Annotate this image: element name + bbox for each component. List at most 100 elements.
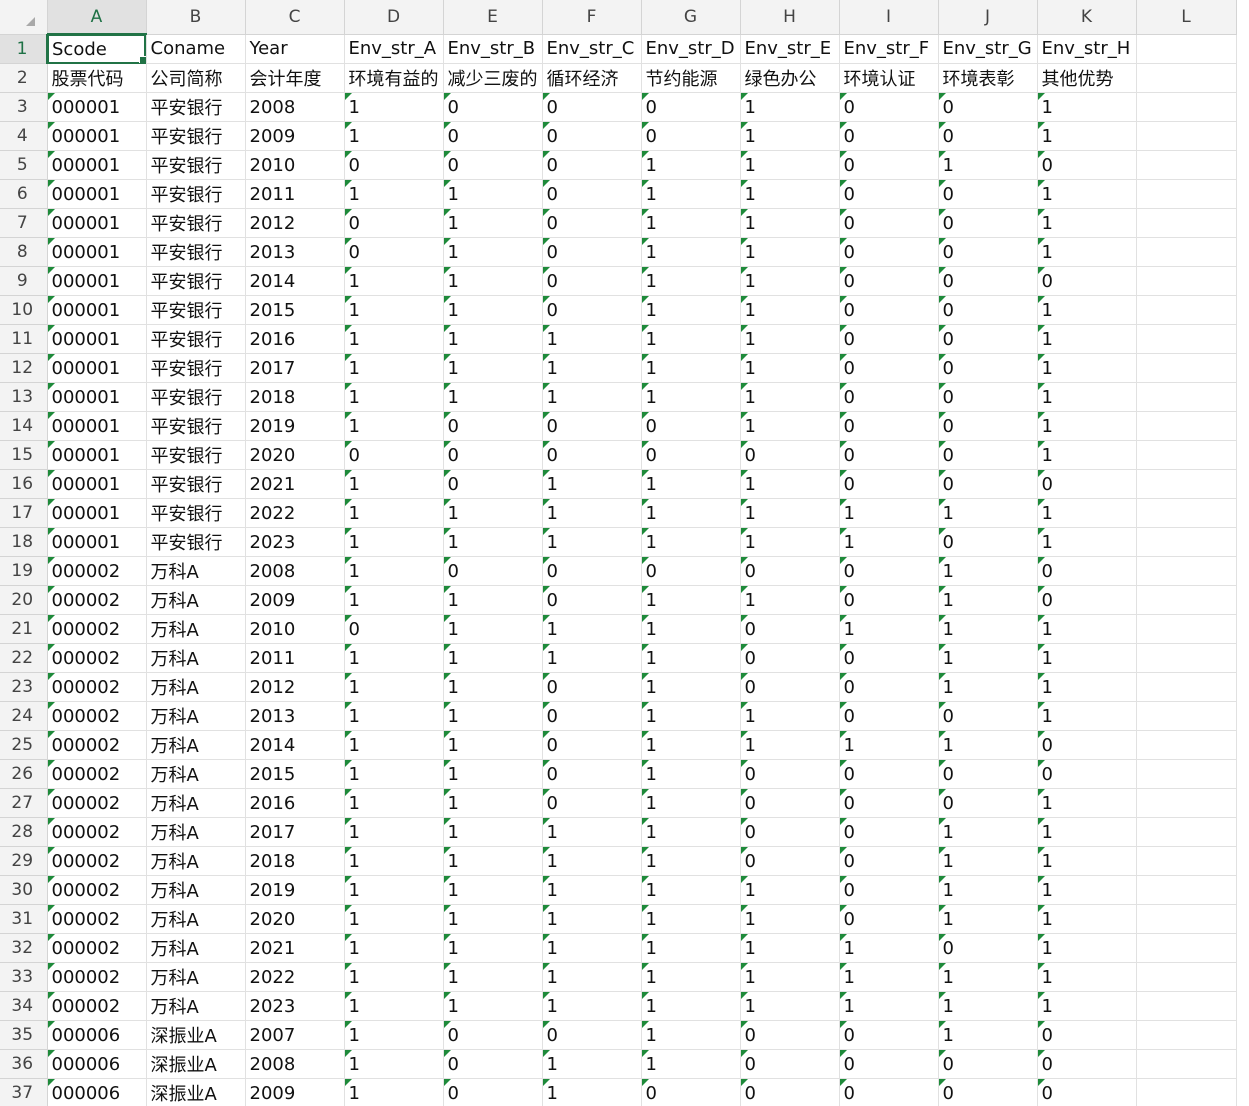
row-header[interactable]: 14	[0, 411, 48, 441]
cell-c7[interactable]: 2012	[245, 208, 345, 238]
cell-i20[interactable]: 0	[839, 585, 939, 615]
cell-d22[interactable]: 1	[344, 643, 444, 673]
cell-a17[interactable]: 000001	[47, 498, 147, 528]
cell-i27[interactable]: 0	[839, 788, 939, 818]
cell-e29[interactable]: 1	[443, 846, 543, 876]
cell-i32[interactable]: 1	[839, 933, 939, 963]
row-header[interactable]: 4	[0, 121, 48, 151]
cell-d36[interactable]: 1	[344, 1049, 444, 1079]
cell-k34[interactable]: 1	[1037, 991, 1137, 1021]
cell-k37[interactable]: 0	[1037, 1078, 1137, 1106]
cell-e36[interactable]: 0	[443, 1049, 543, 1079]
row-header[interactable]: 20	[0, 585, 48, 615]
cell-j14[interactable]: 0	[938, 411, 1038, 441]
row-header[interactable]: 19	[0, 556, 48, 586]
cell-b35[interactable]: 深振业A	[146, 1020, 246, 1050]
row-header[interactable]: 26	[0, 759, 48, 789]
cell-i11[interactable]: 0	[839, 324, 939, 354]
cell-j34[interactable]: 1	[938, 991, 1038, 1021]
cell-b6[interactable]: 平安银行	[146, 179, 246, 209]
cell-k22[interactable]: 1	[1037, 643, 1137, 673]
cell-b26[interactable]: 万科A	[146, 759, 246, 789]
row-header[interactable]: 3	[0, 92, 48, 122]
cell-f35[interactable]: 0	[542, 1020, 642, 1050]
cell-d1[interactable]: Env_str_A	[344, 34, 444, 64]
cell-h32[interactable]: 1	[740, 933, 840, 963]
cell-e9[interactable]: 1	[443, 266, 543, 296]
cell-k8[interactable]: 1	[1037, 237, 1137, 267]
cell-j10[interactable]: 0	[938, 295, 1038, 325]
cell-c18[interactable]: 2023	[245, 527, 345, 557]
cell-j31[interactable]: 1	[938, 904, 1038, 934]
cell-g33[interactable]: 1	[641, 962, 741, 992]
cell-e5[interactable]: 0	[443, 150, 543, 180]
cell-c35[interactable]: 2007	[245, 1020, 345, 1050]
cell-j22[interactable]: 1	[938, 643, 1038, 673]
cell-i8[interactable]: 0	[839, 237, 939, 267]
cell-k32[interactable]: 1	[1037, 933, 1137, 963]
cell-b10[interactable]: 平安银行	[146, 295, 246, 325]
cell-f28[interactable]: 1	[542, 817, 642, 847]
cell-i36[interactable]: 0	[839, 1049, 939, 1079]
cell-h4[interactable]: 1	[740, 121, 840, 151]
cell-g4[interactable]: 0	[641, 121, 741, 151]
cell-l19[interactable]	[1136, 556, 1237, 586]
cell-k26[interactable]: 0	[1037, 759, 1137, 789]
cell-d4[interactable]: 1	[344, 121, 444, 151]
cell-h20[interactable]: 1	[740, 585, 840, 615]
cell-d30[interactable]: 1	[344, 875, 444, 905]
cell-l28[interactable]	[1136, 817, 1237, 847]
cell-f20[interactable]: 0	[542, 585, 642, 615]
cell-e16[interactable]: 0	[443, 469, 543, 499]
column-header-c[interactable]: C	[245, 0, 345, 35]
row-header[interactable]: 17	[0, 498, 48, 528]
cell-c16[interactable]: 2021	[245, 469, 345, 499]
cell-i17[interactable]: 1	[839, 498, 939, 528]
cell-k17[interactable]: 1	[1037, 498, 1137, 528]
cell-a21[interactable]: 000002	[47, 614, 147, 644]
row-header[interactable]: 31	[0, 904, 48, 934]
cell-e21[interactable]: 1	[443, 614, 543, 644]
cell-c9[interactable]: 2014	[245, 266, 345, 296]
cell-j19[interactable]: 1	[938, 556, 1038, 586]
cell-a10[interactable]: 000001	[47, 295, 147, 325]
row-header[interactable]: 6	[0, 179, 48, 209]
cell-l34[interactable]	[1136, 991, 1237, 1021]
cell-e10[interactable]: 1	[443, 295, 543, 325]
cell-d23[interactable]: 1	[344, 672, 444, 702]
cell-b5[interactable]: 平安银行	[146, 150, 246, 180]
cell-e23[interactable]: 1	[443, 672, 543, 702]
cell-l6[interactable]	[1136, 179, 1237, 209]
cell-j29[interactable]: 1	[938, 846, 1038, 876]
cell-i30[interactable]: 0	[839, 875, 939, 905]
cell-l2[interactable]	[1136, 63, 1237, 93]
cell-j33[interactable]: 1	[938, 962, 1038, 992]
cell-j35[interactable]: 1	[938, 1020, 1038, 1050]
cell-k11[interactable]: 1	[1037, 324, 1137, 354]
cell-g8[interactable]: 1	[641, 237, 741, 267]
cell-c23[interactable]: 2012	[245, 672, 345, 702]
cell-l27[interactable]	[1136, 788, 1237, 818]
cell-f6[interactable]: 0	[542, 179, 642, 209]
cell-a18[interactable]: 000001	[47, 527, 147, 557]
cell-e14[interactable]: 0	[443, 411, 543, 441]
cell-h11[interactable]: 1	[740, 324, 840, 354]
cell-a32[interactable]: 000002	[47, 933, 147, 963]
cell-a3[interactable]: 000001	[47, 92, 147, 122]
cell-g36[interactable]: 1	[641, 1049, 741, 1079]
column-header-h[interactable]: H	[740, 0, 840, 35]
cell-g3[interactable]: 0	[641, 92, 741, 122]
cell-c29[interactable]: 2018	[245, 846, 345, 876]
cell-h6[interactable]: 1	[740, 179, 840, 209]
cell-g6[interactable]: 1	[641, 179, 741, 209]
cell-j37[interactable]: 0	[938, 1078, 1038, 1106]
row-header[interactable]: 23	[0, 672, 48, 702]
column-header-a[interactable]: A	[47, 0, 147, 35]
cell-j12[interactable]: 0	[938, 353, 1038, 383]
cell-l1[interactable]	[1136, 34, 1237, 64]
cell-j17[interactable]: 1	[938, 498, 1038, 528]
cell-a11[interactable]: 000001	[47, 324, 147, 354]
cell-b9[interactable]: 平安银行	[146, 266, 246, 296]
cell-b34[interactable]: 万科A	[146, 991, 246, 1021]
cell-c3[interactable]: 2008	[245, 92, 345, 122]
